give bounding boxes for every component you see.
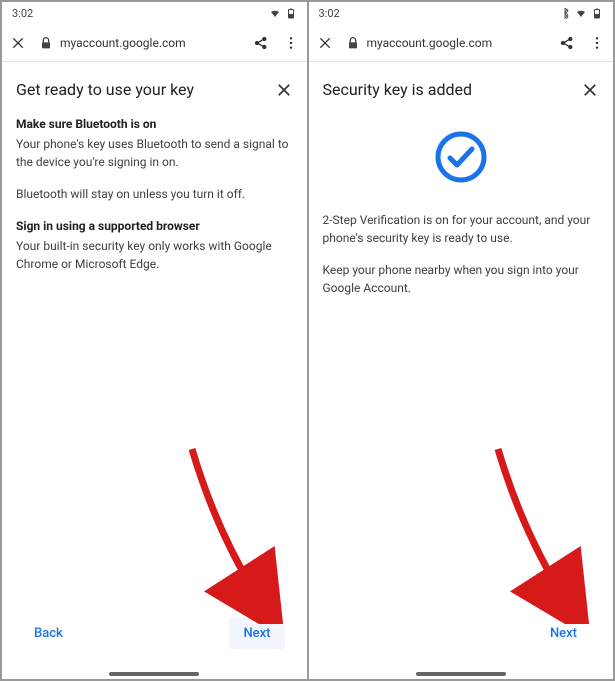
- nav-handle[interactable]: [109, 672, 199, 676]
- url-text: myaccount.google.com: [60, 36, 186, 50]
- status-bar: 3:02: [2, 2, 307, 24]
- url-bar[interactable]: myaccount.google.com: [345, 35, 548, 51]
- battery-icon: [591, 7, 603, 19]
- next-button[interactable]: Next: [229, 618, 284, 649]
- status-icons: [269, 7, 297, 19]
- footer-actions: Next: [323, 610, 600, 667]
- screen-get-ready: 3:02 myaccount.google.com Get ready to u…: [2, 2, 307, 679]
- nav-handle[interactable]: [416, 672, 506, 676]
- wifi-icon: [269, 7, 281, 19]
- url-text: myaccount.google.com: [367, 36, 493, 50]
- back-button[interactable]: Back: [20, 618, 77, 649]
- body-bluetooth-note: Bluetooth will stay on unless you turn i…: [16, 185, 293, 203]
- dialog-close-icon[interactable]: [275, 81, 293, 99]
- footer-actions: Back Next: [16, 610, 293, 667]
- close-icon[interactable]: [10, 35, 26, 51]
- heading-bluetooth: Make sure Bluetooth is on: [16, 115, 293, 133]
- page-title: Get ready to use your key: [16, 80, 194, 99]
- close-icon[interactable]: [317, 35, 333, 51]
- body-nearby: Keep your phone nearby when you sign int…: [323, 261, 600, 297]
- more-icon[interactable]: [589, 35, 605, 51]
- browser-bar: myaccount.google.com: [2, 24, 307, 62]
- wifi-icon: [575, 7, 587, 19]
- share-icon[interactable]: [559, 35, 575, 51]
- battery-icon: [285, 7, 297, 19]
- annotation-arrow: [177, 444, 287, 624]
- status-bar: 3:02: [309, 2, 614, 24]
- body-bluetooth: Your phone's key uses Bluetooth to send …: [16, 135, 293, 171]
- status-icons: [559, 7, 603, 19]
- heading-browser: Sign in using a supported browser: [16, 217, 293, 235]
- dialog-close-icon[interactable]: [581, 81, 599, 99]
- page-content: Security key is added 2-Step Verificatio…: [309, 62, 614, 679]
- page-title: Security key is added: [323, 80, 473, 99]
- share-icon[interactable]: [253, 35, 269, 51]
- bluetooth-icon: [559, 7, 571, 19]
- lock-icon: [345, 35, 361, 51]
- checkmark-icon: [433, 129, 489, 185]
- page-content: Get ready to use your key Make sure Blue…: [2, 62, 307, 679]
- status-time: 3:02: [12, 7, 33, 20]
- more-icon[interactable]: [283, 35, 299, 51]
- annotation-arrow: [483, 444, 593, 624]
- next-button[interactable]: Next: [536, 618, 591, 649]
- screen-key-added: 3:02 myaccount.google.com Security key i…: [309, 2, 614, 679]
- url-bar[interactable]: myaccount.google.com: [38, 35, 241, 51]
- status-time: 3:02: [319, 7, 340, 20]
- body-browser: Your built-in security key only works wi…: [16, 237, 293, 273]
- browser-bar: myaccount.google.com: [309, 24, 614, 62]
- success-hero: [323, 129, 600, 189]
- lock-icon: [38, 35, 54, 51]
- body-verified: 2-Step Verification is on for your accou…: [323, 211, 600, 247]
